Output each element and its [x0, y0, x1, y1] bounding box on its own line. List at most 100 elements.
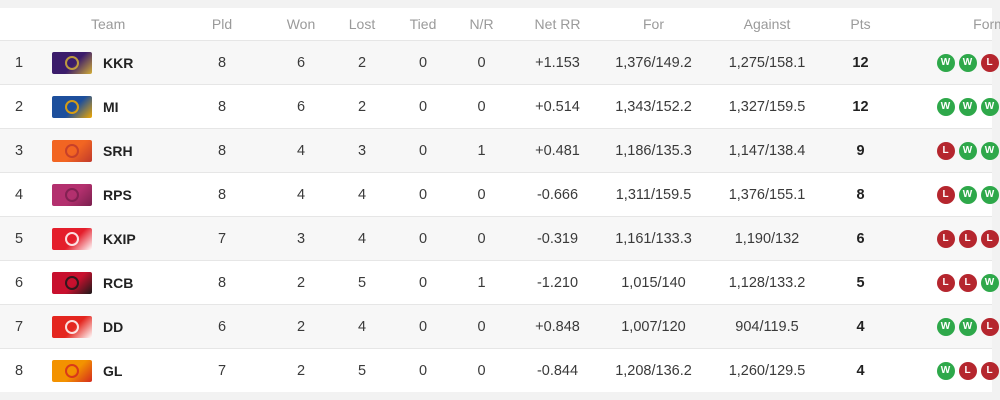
- team-cell[interactable]: KKR: [38, 51, 173, 74]
- table-row[interactable]: 3 SRH 8 4 3 0 1 +0.481 1,186/135.3 1,147/138.4 9 L W…: [0, 128, 999, 172]
- header-tied[interactable]: Tied: [393, 16, 453, 32]
- played-cell: 8: [217, 54, 227, 71]
- form-win-badge: W: [936, 317, 955, 336]
- form-win-badge: W: [958, 53, 977, 72]
- form-win-badge: W: [980, 141, 999, 160]
- tied-cell: 0: [418, 362, 428, 379]
- net-run-rate-cell: +1.153: [535, 54, 580, 71]
- team-cell[interactable]: KXIP: [38, 227, 173, 250]
- runs-for-cell: 1,015/140: [621, 274, 686, 291]
- runs-for-cell: 1,208/136.2: [615, 362, 692, 379]
- team-abbreviation[interactable]: RPS: [103, 187, 132, 203]
- form-loss-badge: L: [980, 229, 999, 248]
- points-cell: 12: [852, 54, 869, 71]
- runs-against-cell: 1,275/158.1: [728, 54, 806, 71]
- lost-cell: 4: [357, 230, 367, 247]
- team-abbreviation[interactable]: MI: [103, 99, 119, 115]
- header-team[interactable]: Team: [38, 16, 173, 32]
- no-result-cell: 1: [477, 274, 486, 291]
- played-cell: 6: [217, 318, 227, 335]
- no-result-cell: 0: [477, 230, 486, 247]
- position-cell: 7: [14, 318, 24, 335]
- team-abbreviation[interactable]: KXIP: [103, 231, 136, 247]
- team-cell[interactable]: GL: [38, 359, 173, 382]
- table-row[interactable]: 2 MI 8 6 2 0 0 +0.514 1,343/152.2 1,327/159.5 12 W W…: [0, 84, 999, 128]
- position-cell: 3: [14, 142, 24, 159]
- table-row[interactable]: 1 KKR 8 6 2 0 0 +1.153 1,376/149.2 1,275/158.1 12 W…: [0, 40, 999, 84]
- header-against[interactable]: Against: [702, 16, 832, 32]
- team-abbreviation[interactable]: GL: [103, 363, 122, 379]
- table-row[interactable]: 8 GL 7 2 5 0 0 -0.844 1,208/136.2 1,260/129.5 4 W L L…: [0, 348, 999, 392]
- table-header: Team Pld Won Lost Tied N/R Net RR For Ag…: [0, 8, 1000, 40]
- points-cell: 6: [856, 230, 865, 247]
- header-form: Form: [973, 16, 1000, 32]
- tied-cell: 0: [418, 230, 428, 247]
- won-cell: 4: [296, 142, 306, 159]
- header-lost[interactable]: Lost: [331, 16, 393, 32]
- runs-for-cell: 1,186/135.3: [615, 142, 692, 159]
- no-result-cell: 1: [477, 142, 486, 159]
- team-cell[interactable]: SRH: [38, 139, 173, 162]
- lost-cell: 5: [357, 274, 367, 291]
- form-loss-badge: L: [958, 273, 977, 292]
- lost-cell: 2: [357, 98, 367, 115]
- position-cell: 6: [14, 274, 24, 291]
- no-result-cell: 0: [477, 362, 486, 379]
- form-loss-badge: L: [980, 317, 999, 336]
- no-result-cell: 0: [477, 54, 486, 71]
- net-run-rate-cell: +0.481: [535, 142, 580, 159]
- dd-logo: [52, 315, 92, 338]
- form-loss-badge: L: [936, 273, 955, 292]
- runs-against-cell: 1,376/155.1: [728, 186, 806, 203]
- team-cell[interactable]: RPS: [38, 183, 173, 206]
- points-cell: 12: [852, 98, 869, 115]
- runs-for-cell: 1,311/159.5: [615, 186, 692, 203]
- form-win-badge: W: [980, 97, 999, 116]
- position-cell: 8: [14, 362, 24, 379]
- form-loss-badge: L: [936, 141, 955, 160]
- form-cell: LLLLW: [889, 229, 1000, 248]
- runs-against-cell: 1,327/159.5: [728, 98, 806, 115]
- runs-against-cell: 1,147/138.4: [728, 142, 806, 159]
- header-net-run-rate[interactable]: Net RR: [510, 16, 605, 32]
- team-cell[interactable]: RCB: [38, 271, 173, 294]
- tied-cell: 0: [418, 318, 428, 335]
- tied-cell: 0: [418, 142, 428, 159]
- position-cell: 4: [14, 186, 24, 203]
- team-cell[interactable]: MI: [38, 95, 173, 118]
- table-row[interactable]: 5 KXIP 7 3 4 0 0 -0.319 1,161/133.3 1,190/132 6 L L L…: [0, 216, 999, 260]
- table-row[interactable]: 6RCB82501-1.2101,015/1401,128/133.25LLWL…: [0, 260, 999, 304]
- form-win-badge: W: [936, 53, 955, 72]
- net-run-rate-cell: +0.514: [535, 98, 580, 115]
- form-cell: WWWWL: [889, 97, 1000, 116]
- team-cell[interactable]: DD: [38, 315, 173, 338]
- won-cell: 4: [296, 186, 306, 203]
- header-won[interactable]: Won: [271, 16, 331, 32]
- tied-cell: 0: [418, 98, 428, 115]
- no-result-cell: 0: [477, 186, 486, 203]
- form-cell: LWWWL: [889, 185, 1000, 204]
- team-abbreviation[interactable]: RCB: [103, 275, 133, 291]
- header-for[interactable]: For: [605, 16, 702, 32]
- table-row[interactable]: 4 RPS 8 4 4 0 0 -0.666 1,311/159.5 1,376/155.1 8 L W…: [0, 172, 999, 216]
- table-row[interactable]: 7 DD 6 2 4 0 0 +0.848 1,007/120 904/119.5 4 WWLLL: [0, 304, 999, 348]
- played-cell: 8: [217, 98, 227, 115]
- header-no-result[interactable]: N/R: [453, 16, 510, 32]
- form-win-badge: W: [958, 317, 977, 336]
- won-cell: 2: [296, 318, 306, 335]
- form-win-badge: W: [958, 141, 977, 160]
- form-cell: WLLWL: [889, 361, 1000, 380]
- runs-against-cell: 904/119.5: [735, 318, 799, 335]
- points-cell: 4: [856, 362, 865, 379]
- form-win-badge: W: [958, 185, 977, 204]
- srh-logo: [52, 139, 92, 162]
- tied-cell: 0: [418, 186, 428, 203]
- header-played[interactable]: Pld: [173, 16, 271, 32]
- team-abbreviation[interactable]: SRH: [103, 143, 133, 159]
- header-points[interactable]: Pts: [832, 16, 889, 32]
- position-cell: 2: [14, 98, 24, 115]
- team-abbreviation[interactable]: KKR: [103, 55, 133, 71]
- form-win-badge: W: [936, 97, 955, 116]
- rcb-logo: [52, 271, 92, 294]
- team-abbreviation[interactable]: DD: [103, 319, 123, 335]
